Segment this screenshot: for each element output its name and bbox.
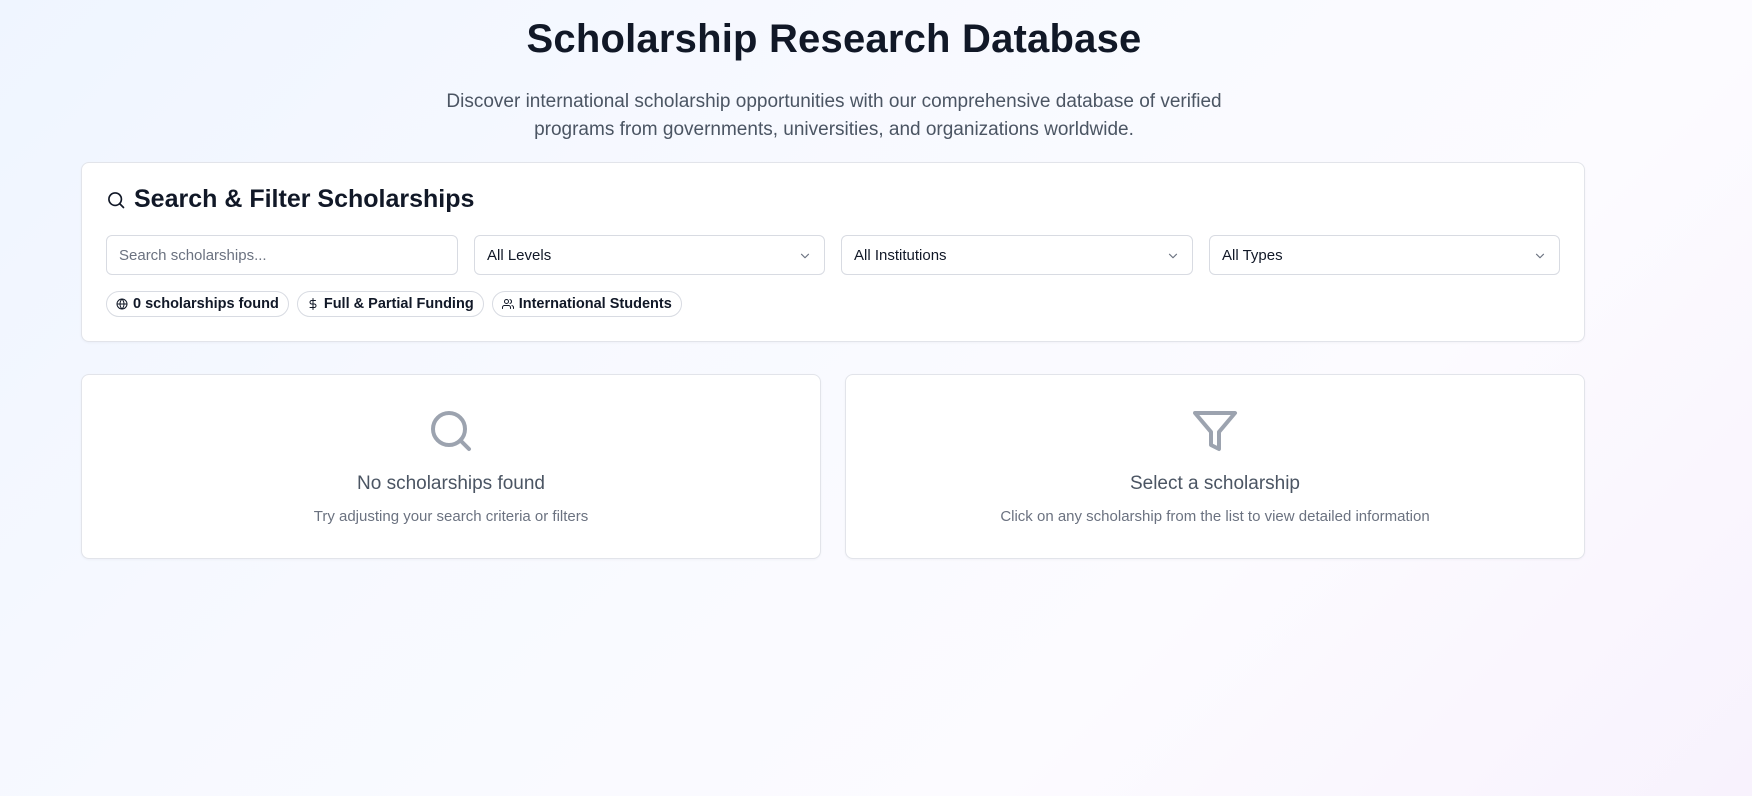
empty-results-description: Try adjusting your search criteria or fi…: [313, 508, 589, 525]
empty-detail-title: Select a scholarship: [1129, 473, 1301, 494]
search-icon: [431, 411, 471, 451]
type-select-value: All Types: [1222, 246, 1283, 264]
institution-select[interactable]: All Institutions: [841, 235, 1193, 275]
filter-controls: All Levels All Institutions All Types: [106, 235, 1560, 275]
chevron-down-icon: [1535, 253, 1545, 259]
page-subtitle: Discover international scholarship oppor…: [446, 91, 1222, 140]
badge-funding: Full & Partial Funding: [296, 291, 484, 317]
institution-select-value: All Institutions: [854, 246, 947, 264]
badge-label: 0 scholarships found: [133, 296, 279, 312]
dollar-icon: [309, 298, 317, 310]
empty-results-title: No scholarships found: [357, 473, 545, 494]
results-panel: No scholarships found Try adjusting your…: [81, 374, 821, 559]
empty-detail-description: Click on any scholarship from the list t…: [1000, 508, 1430, 525]
search-input[interactable]: [106, 235, 458, 275]
chevron-down-icon: [1168, 253, 1178, 259]
badge-results-count: 0 scholarships found: [106, 291, 289, 317]
filter-heading-text: Search & Filter Scholarships: [134, 185, 475, 213]
page-header: Scholarship Research Database Discover i…: [0, 14, 1668, 144]
search-filter-card: Search & Filter Scholarships All Levels …: [81, 162, 1585, 342]
badge-students: International Students: [491, 291, 682, 317]
chevron-down-icon: [800, 253, 810, 259]
page-title: Scholarship Research Database: [526, 17, 1142, 61]
type-select[interactable]: All Types: [1209, 235, 1560, 275]
search-icon: [108, 191, 125, 208]
badge-label: Full & Partial Funding: [323, 296, 474, 312]
filter-icon: [1193, 411, 1237, 451]
stats-badges: 0 scholarships found Full & Partial Fund…: [106, 291, 682, 317]
users-icon: [501, 299, 514, 309]
detail-panel: Select a scholarship Click on any schola…: [845, 374, 1585, 559]
filter-heading: Search & Filter Scholarships: [106, 185, 474, 214]
page: Scholarship Research Database Discover i…: [0, 0, 1752, 796]
level-select[interactable]: All Levels: [474, 235, 825, 275]
badge-label: International Students: [518, 296, 672, 312]
globe-icon: [116, 298, 128, 310]
level-select-value: All Levels: [487, 246, 552, 264]
